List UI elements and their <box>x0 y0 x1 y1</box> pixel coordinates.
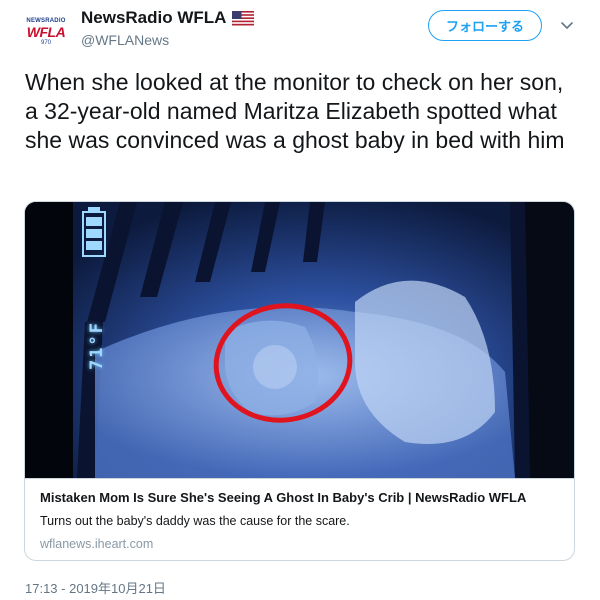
chevron-down-icon[interactable] <box>558 16 576 34</box>
tweet-text: When she looked at the monitor to check … <box>25 69 565 153</box>
card-description: Turns out the baby's daddy was the cause… <box>40 514 350 528</box>
card-image[interactable]: 71°F <box>25 202 574 478</box>
temperature-readout: 71°F <box>87 321 107 370</box>
card-title[interactable]: Mistaken Mom Is Sure She's Seeing A Ghos… <box>40 489 561 507</box>
name-row: NewsRadio WFLA <box>81 8 255 28</box>
logo-sub-text: 970 <box>40 39 51 46</box>
account-handle[interactable]: @WFLANews <box>81 32 169 48</box>
logo-main-text: WFLA <box>26 23 66 40</box>
tweet-timestamp[interactable]: 17:13 - 2019年10月21日 <box>25 578 166 597</box>
display-name[interactable]: NewsRadio WFLA <box>81 8 226 28</box>
card-body[interactable]: Mistaken Mom Is Sure She's Seeing A Ghos… <box>25 478 574 560</box>
avatar[interactable]: NEWSRADIO WFLA 970 <box>24 10 68 54</box>
tweet-header: NEWSRADIO WFLA 970 NewsRadio WFLA @WFLAN… <box>0 0 600 60</box>
link-card[interactable]: 71°F Mistaken Mom Is Sure She's Seeing A… <box>24 201 575 561</box>
us-flag-icon <box>232 10 255 26</box>
follow-button[interactable]: フォローする <box>428 10 542 41</box>
card-domain: wflanews.iheart.com <box>40 537 154 551</box>
